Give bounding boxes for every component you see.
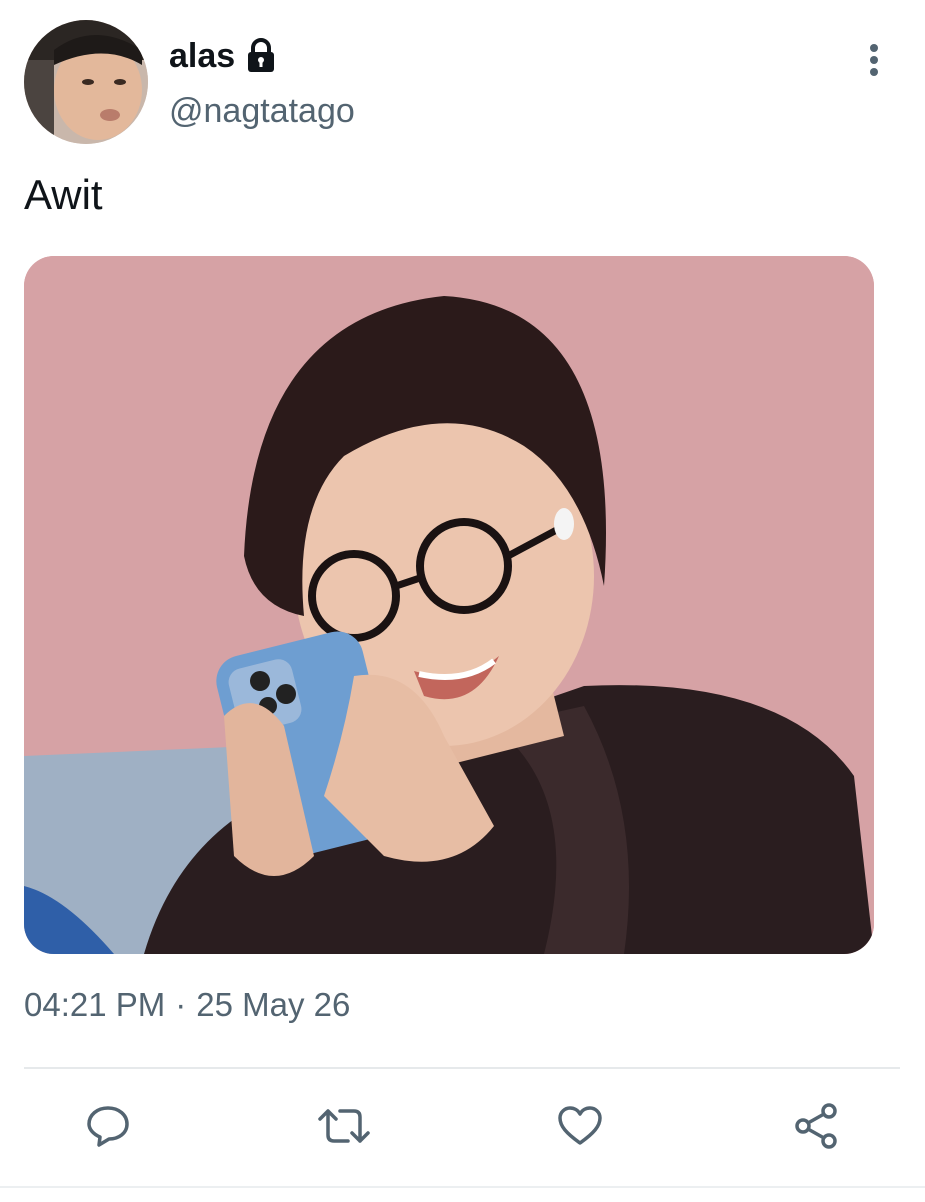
lock-icon [245,38,277,74]
tweet-media-image[interactable] [24,256,874,954]
display-name[interactable]: alas [169,39,235,73]
retweet-button[interactable] [316,1098,372,1154]
tweet-text: Awit [24,171,103,218]
name-row: alas [169,34,277,78]
timestamp[interactable]: 04:21 PM · 25 May 26 [24,988,350,1021]
share-icon [795,1103,837,1149]
reply-button[interactable] [80,1098,136,1154]
timestamp-separator: · [175,986,187,1023]
photo-person-with-phone [24,256,874,954]
reply-icon [87,1106,129,1147]
retweet-icon [318,1109,370,1143]
tweet-date: 25 May 26 [196,986,351,1023]
like-button[interactable] [552,1098,608,1154]
avatar[interactable] [24,20,148,144]
profile-photo-icon [24,20,148,144]
more-vertical-icon[interactable] [860,42,888,78]
heart-icon [558,1106,602,1145]
share-button[interactable] [788,1098,844,1154]
tweet-card: alas @nagtatago Awit 04:21 PM · 25 May 2… [0,0,925,1202]
divider [24,1067,900,1069]
user-handle[interactable]: @nagtatago [169,94,355,128]
tweet-time: 04:21 PM [24,986,166,1023]
